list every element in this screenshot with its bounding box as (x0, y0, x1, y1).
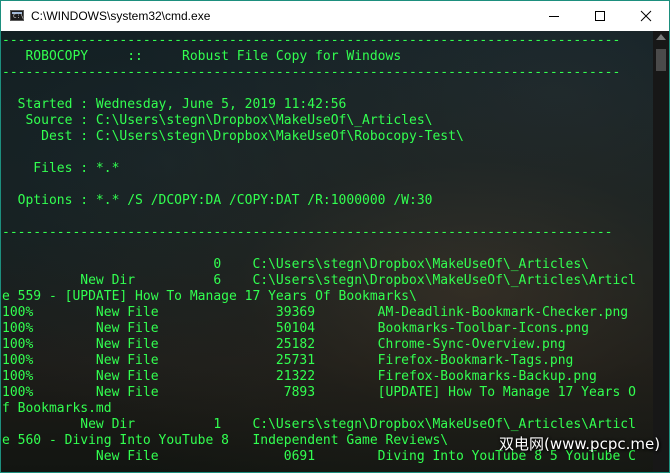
console-line: New Dir 1 C:\Users\stegn\Dropbox\MakeUse… (2, 417, 636, 432)
console-line: Dest : C:\Users\stegn\Dropbox\MakeUseOf\… (2, 129, 464, 144)
maximize-icon (595, 11, 605, 21)
maximize-button[interactable] (577, 1, 623, 31)
title-bar[interactable]: C:\ C:\WINDOWS\system32\cmd.exe (1, 1, 669, 31)
console-output[interactable]: ----------------------------------------… (1, 31, 653, 472)
console-line: 100% New File 50104 Bookmarks-Toolbar-Ic… (2, 321, 589, 336)
cmd-app-icon[interactable]: C:\ (10, 10, 24, 21)
console-line: ----------------------------------------… (2, 33, 621, 48)
scroll-up-arrow-icon[interactable] (656, 34, 666, 40)
cmd-window: C:\ C:\WINDOWS\system32\cmd.exe --------… (0, 0, 670, 473)
console-line: ----------------------------------------… (2, 65, 621, 80)
console-line: ----------------------------------------… (2, 225, 613, 240)
console-line: 0 C:\Users\stegn\Dropbox\MakeUseOf\_Arti… (2, 257, 589, 272)
console-line: Options : *.* /S /DCOPY:DA /COPY:DAT /R:… (2, 193, 433, 208)
scroll-thumb[interactable] (656, 49, 666, 71)
minimize-icon (549, 16, 559, 17)
console-line: Source : C:\Users\stegn\Dropbox\MakeUseO… (2, 113, 433, 128)
minimize-button[interactable] (531, 1, 577, 31)
console-line: f Bookmarks.md (2, 401, 112, 416)
console-line: 100% New File 25182 Chrome-Sync-Overview… (2, 337, 566, 352)
console-text: ----------------------------------------… (2, 33, 636, 465)
watermark-text: 双电网(www.pcpc.me) (499, 435, 661, 453)
close-icon (640, 10, 652, 22)
close-button[interactable] (623, 1, 669, 31)
console-line: e 559 - [UPDATE] How To Manage 17 Years … (2, 289, 417, 304)
console-line: 100% New File 21322 Firefox-Bookmarks-Ba… (2, 369, 597, 384)
console-line: New Dir 6 C:\Users\stegn\Dropbox\MakeUse… (2, 273, 636, 288)
console-line: Files : *.* (2, 161, 120, 176)
vertical-scrollbar[interactable] (653, 31, 669, 472)
console-line: 100% New File 7893 [UPDATE] How To Manag… (2, 385, 636, 400)
console-line: ROBOCOPY :: Robust File Copy for Windows (2, 49, 402, 64)
console-line: Started : Wednesday, June 5, 2019 11:42:… (2, 97, 347, 112)
window-title: C:\WINDOWS\system32\cmd.exe (31, 9, 211, 23)
console-line: 100% New File 39369 AM-Deadlink-Bookmark… (2, 305, 629, 320)
console-line: 100% New File 25731 Firefox-Bookmark-Tag… (2, 353, 574, 368)
